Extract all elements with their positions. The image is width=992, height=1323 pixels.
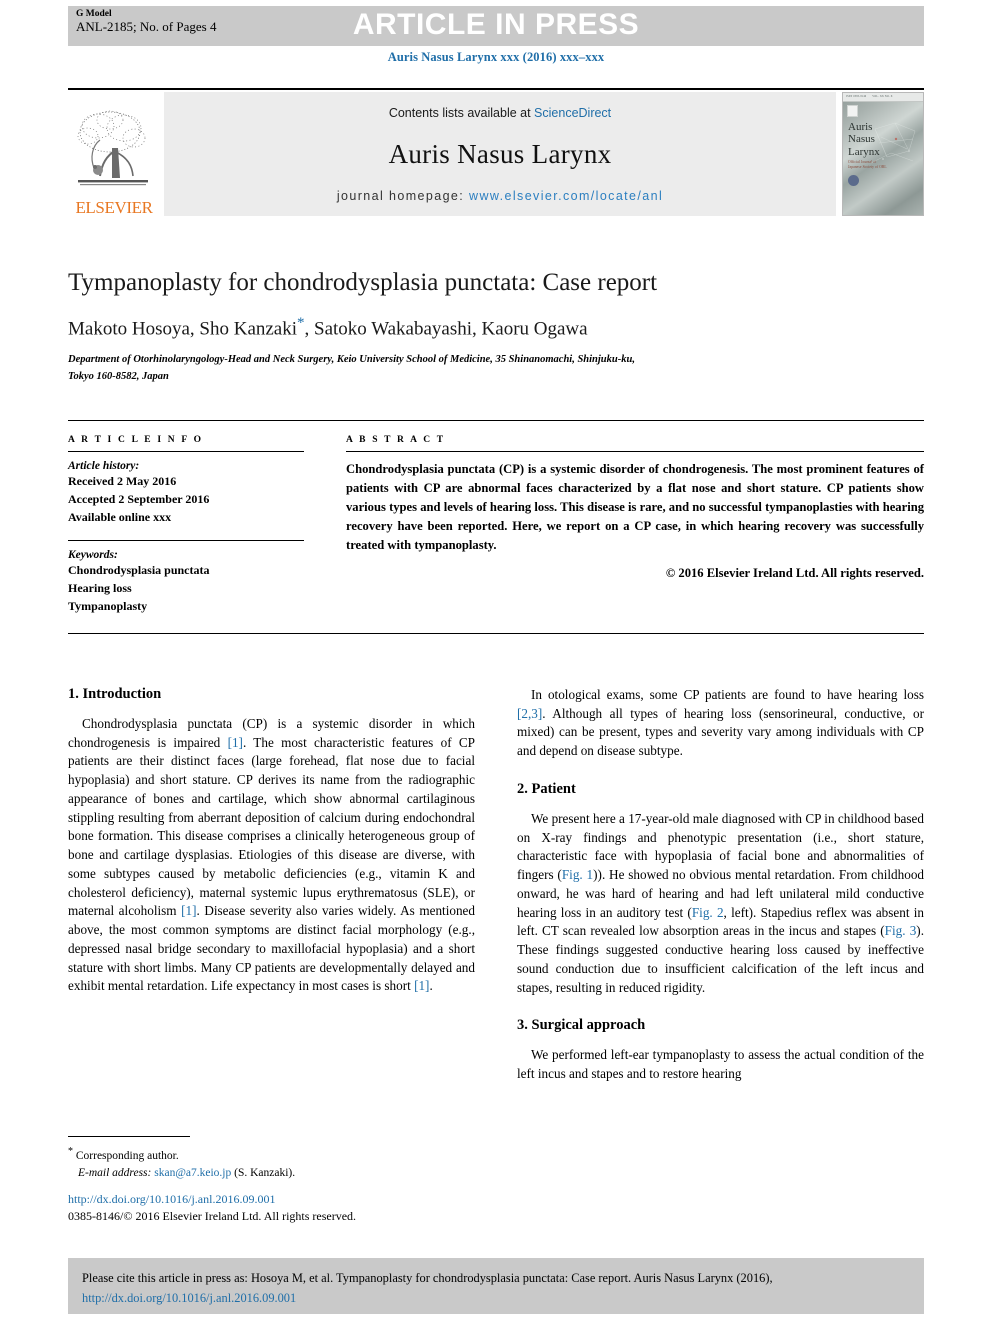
journal-homepage-line: journal homepage: www.elsevier.com/locat… [337,189,663,203]
figure-ref-2[interactable]: Fig. 2 [692,905,724,920]
article-info-heading: A R T I C L E I N F O [68,435,204,445]
author-affiliation: Department of Otorhinolaryngology-Head a… [68,352,924,385]
keywords-label: Keywords: [68,549,118,561]
paragraph-surgical-approach: We performed left-ear tympanoplasty to a… [517,1047,924,1082]
citation-request-text: Please cite this article in press as: Ho… [82,1271,773,1285]
body-right-column: In otological exams, some CP patients ar… [517,686,924,1095]
history-received: Received 2 May 2016 [68,474,177,488]
body-left-column: 1. Introduction Chondrodysplasia punctat… [68,686,475,1095]
cover-publisher-logo [847,105,858,117]
keyword-item: Hearing loss [68,581,132,595]
authors-after-star: , Satoko Wakabayashi, Kaoru Ogawa [304,318,588,340]
article-history-label: Article history: [68,460,140,472]
keywords-rule [68,540,304,541]
sciencedirect-link[interactable]: ScienceDirect [534,106,611,120]
keyword-item: Chondrodysplasia punctata [68,563,210,577]
keyword-item: Tympanoplasty [68,599,148,613]
affiliation-line-1: Department of Otorhinolaryngology-Head a… [68,354,635,366]
citation-ref-1[interactable]: [1] [181,903,196,918]
corresponding-author-note: * Corresponding author. [68,1144,475,1165]
article-body: 1. Introduction Chondrodysplasia punctat… [68,686,924,1095]
figure-ref-1[interactable]: Fig. 1 [562,867,593,882]
elsevier-tree-icon [77,110,148,186]
corresponding-author-marker[interactable]: * [297,315,305,331]
intro-text-d: . [429,978,433,994]
doi-copyright-block: http://dx.doi.org/10.1016/j.anl.2016.09.… [68,1192,528,1224]
email-owner: (S. Kanzaki). [234,1167,296,1180]
abstract-column: A B S T R A C T Chondrodysplasia punctat… [346,435,924,615]
journal-homepage-link[interactable]: www.elsevier.com/locate/anl [469,189,663,203]
article-title-block: Tympanoplasty for chondrodysplasia punct… [68,268,924,385]
article-info-rule [68,451,304,452]
footnote-block: * Corresponding author. E-mail address: … [68,1136,475,1182]
masthead-center-panel: Contents lists available at ScienceDirec… [164,92,836,216]
citation-doi-link[interactable]: http://dx.doi.org/10.1016/j.anl.2016.09.… [82,1291,296,1305]
press-banner-text: ARTICLE IN PRESS [352,8,640,41]
author-list: Makoto Hosoya, Sho Kanzaki*, Satoko Waka… [68,315,924,340]
citation-request-box: Please cite this article in press as: Ho… [68,1258,924,1314]
abstract-text: Chondrodysplasia punctata (CP) is a syst… [346,462,924,552]
contents-prefix: Contents lists available at [388,106,535,120]
paragraph-patient: We present here a 17-year-old male diagn… [517,810,924,997]
history-accepted: Accepted 2 September 2016 [68,492,210,506]
article-title: Tympanoplasty for chondrodysplasia punct… [68,269,658,296]
homepage-prefix: journal homepage: [336,189,470,203]
elsevier-wordmark: ELSEVIER [75,198,153,217]
abstract-copyright: © 2016 Elsevier Ireland Ltd. All rights … [665,566,924,581]
paragraph-otological-exams: In otological exams, some CP patients ar… [517,686,924,761]
paragraph-introduction: Chondrodysplasia punctata (CP) is a syst… [68,715,475,996]
cover-mesh-graphic [870,122,916,164]
issn-copyright-line: 0385-8146/© 2016 Elsevier Ireland Ltd. A… [68,1209,357,1223]
journal-reference-line: Auris Nasus Larynx xxx (2016) xxx–xxx [387,50,605,64]
affiliation-line-2: Tokyo 160-8582, Japan [68,370,169,382]
citation-ref-1[interactable]: [1] [414,978,429,993]
footnote-rule [68,1136,190,1137]
email-note: E-mail address: skan@a7.keio.jp (S. Kanz… [68,1165,475,1182]
contents-available-line: Contents lists available at ScienceDirec… [389,106,611,120]
doi-link[interactable]: http://dx.doi.org/10.1016/j.anl.2016.09.… [68,1192,528,1207]
journal-masthead: ELSEVIER Contents lists available at Sci… [68,88,924,216]
email-address-label: E-mail address: [78,1167,152,1180]
section-heading-patient: 2. Patient [517,780,576,797]
email-link[interactable]: skan@a7.keio.jp [154,1167,231,1179]
corresponding-author-text: Corresponding author. [73,1149,179,1162]
elsevier-logo: ELSEVIER [68,92,160,216]
abstract-heading: A B S T R A C T [346,435,446,445]
abstract-rule [346,451,924,452]
info-bottom-rule [68,633,924,634]
intro-text-b: . The most characteristic features of CP… [68,734,476,919]
otological-text-a: In otological exams, some CP patients ar… [531,687,924,702]
journal-cover-thumbnail: ISSN 0385-8146 VOL. XX NO. X Auris Nasus… [842,92,924,216]
journal-title: Auris Nasus Larynx [388,139,612,169]
otological-text-b: . Although all types of hearing loss (se… [517,705,924,759]
citation-ref-2-3[interactable]: [2,3] [517,706,542,721]
cover-society-badge [848,174,859,186]
history-online: Available online xxx [68,510,172,524]
keywords-block: Keywords: Chondrodysplasia punctata Hear… [68,549,304,615]
article-in-press-banner: G Model ANL-2185; No. of Pages 4 ARTICLE… [68,6,924,46]
citation-ref-1[interactable]: [1] [228,735,243,750]
cover-top-strip: ISSN 0385-8146 VOL. XX NO. X [843,93,923,102]
article-info-column: A R T I C L E I N F O Article history: R… [68,435,304,615]
authors-before-star: Makoto Hosoya, Sho Kanzaki [68,318,298,340]
section-heading-surgical-approach: 3. Surgical approach [517,1017,646,1034]
figure-ref-3[interactable]: Fig. 3 [885,923,917,938]
info-abstract-section: A R T I C L E I N F O Article history: R… [68,420,924,634]
section-heading-introduction: 1. Introduction [68,686,162,702]
